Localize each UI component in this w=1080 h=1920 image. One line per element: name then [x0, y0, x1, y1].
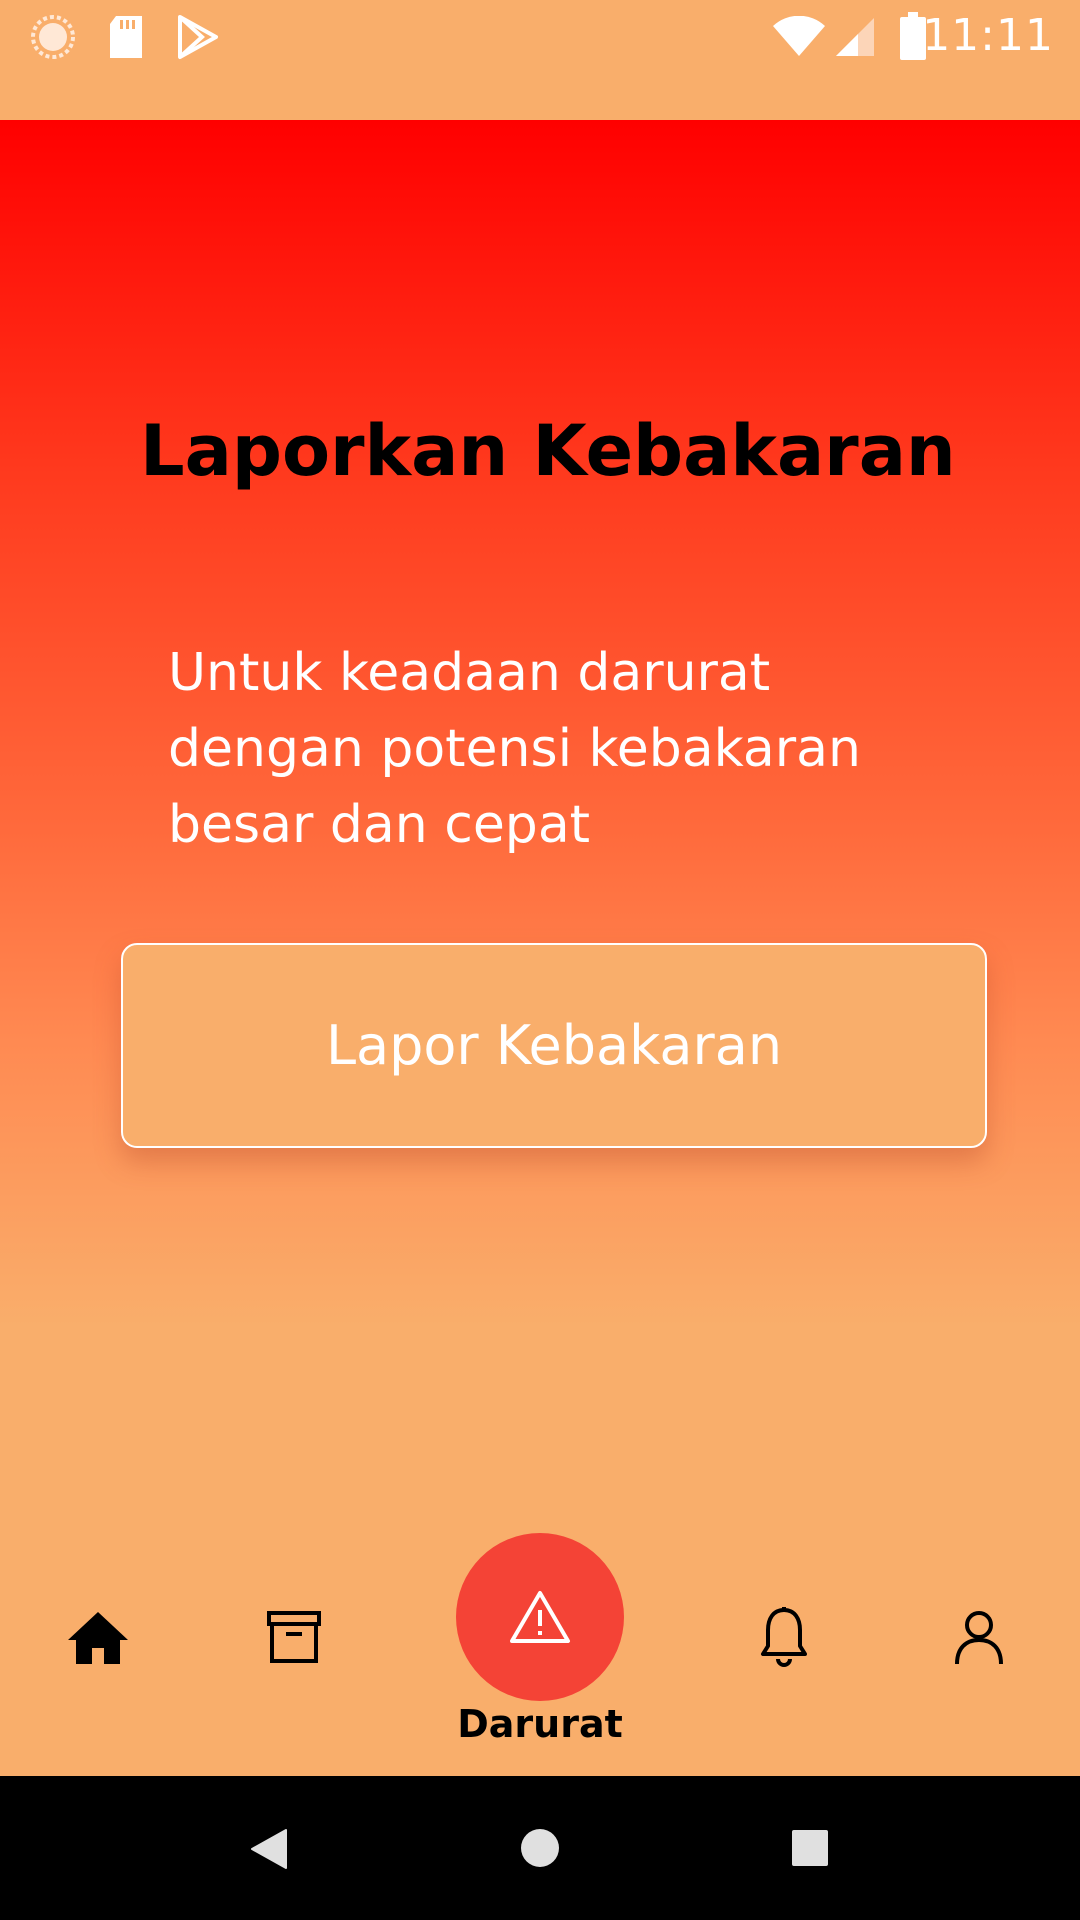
main-content: Laporkan Kebakaran Untuk keadaan darurat… [0, 120, 1080, 1540]
nav-item-home[interactable] [66, 1610, 130, 1666]
home-icon [68, 1612, 128, 1664]
signal-icon [834, 16, 876, 62]
emergency-nav-label: Darurat [457, 1702, 623, 1746]
profile-icon [955, 1611, 1003, 1665]
loading-circle-icon [30, 14, 76, 64]
description-text: Untuk keadaan darurat dengan potensi keb… [168, 643, 861, 855]
archive-icon [267, 1611, 321, 1663]
back-icon[interactable] [250, 1828, 288, 1874]
bell-icon [761, 1607, 807, 1667]
nav-item-profile[interactable] [954, 1610, 1004, 1666]
sd-card-icon [108, 14, 144, 64]
play-store-icon [176, 14, 220, 64]
page-title: Laporkan Kebakaran [140, 410, 956, 492]
home-circle-icon[interactable] [520, 1828, 560, 1872]
wifi-icon [772, 15, 826, 62]
recents-icon[interactable] [792, 1830, 828, 1870]
nav-item-emergency[interactable] [456, 1533, 624, 1701]
nav-item-notifications[interactable] [760, 1606, 808, 1668]
status-bar: 11:11 [0, 0, 1080, 120]
nav-item-archive[interactable] [266, 1610, 322, 1664]
report-fire-button-label: Lapor Kebakaran [325, 1014, 783, 1077]
report-fire-button[interactable]: Lapor Kebakaran [121, 943, 987, 1148]
status-time: 11:11 [922, 10, 1054, 61]
system-navigation-bar [0, 1776, 1080, 1920]
warning-icon [510, 1591, 570, 1643]
